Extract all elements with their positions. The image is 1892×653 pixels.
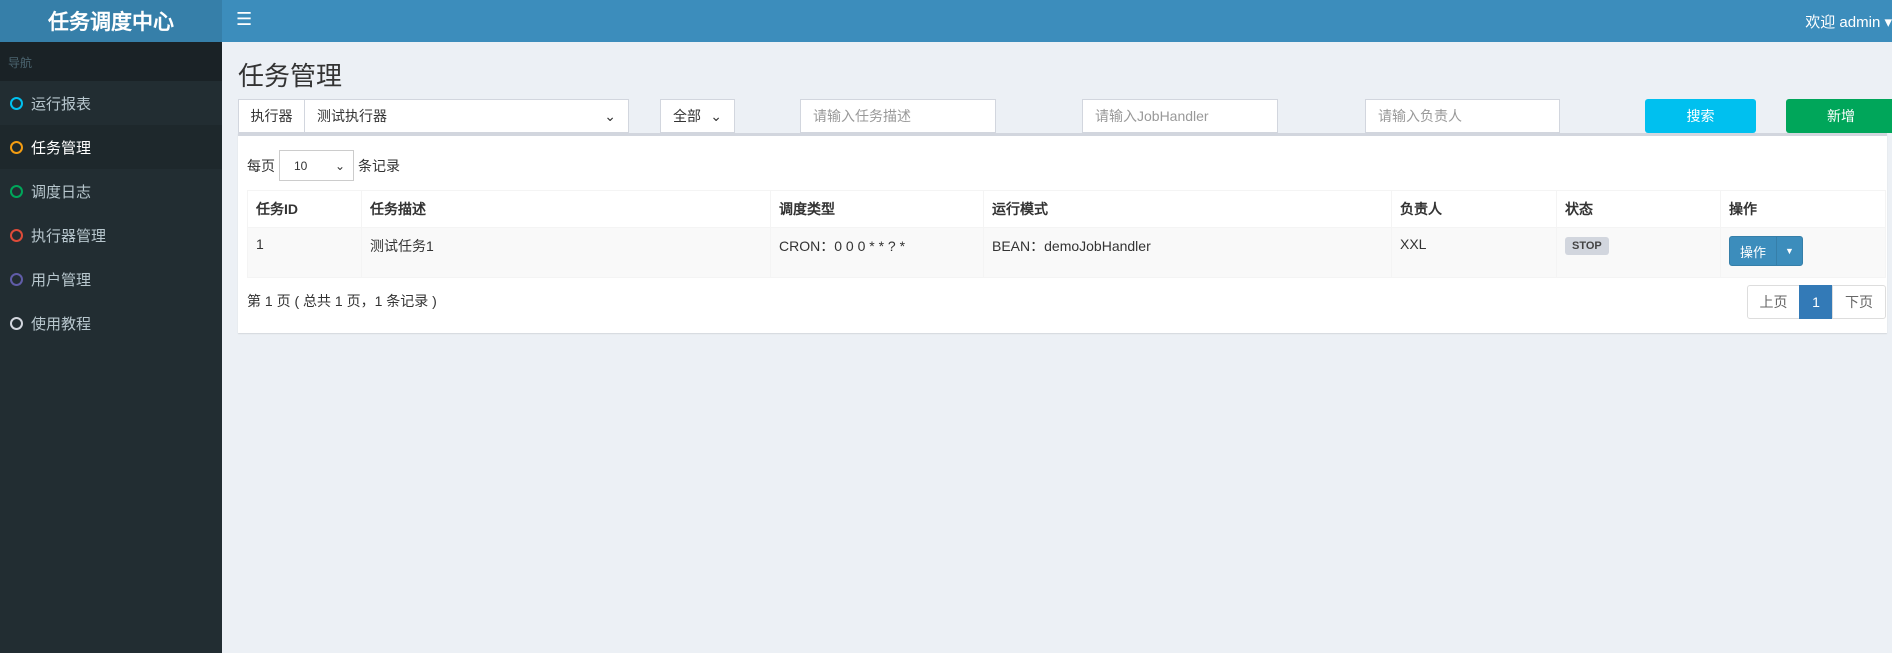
prev-page-button[interactable]: 上页 [1747,285,1800,319]
circle-icon [10,184,23,198]
sidebar-item-logs[interactable]: 调度日志 [0,169,222,213]
status-select[interactable]: 全部 ⌄ [660,99,735,133]
sidebar-item-label: 使用教程 [31,315,92,333]
circle-icon [10,228,23,242]
action-dropdown-button[interactable]: 操作 ▼ [1729,236,1803,266]
col-header[interactable]: 任务描述 [361,190,771,228]
table-header-row: 任务ID 任务描述 调度类型 运行模式 负责人 状态 操作 [247,190,1886,228]
placeholder: 请输入JobHandler [1095,108,1209,124]
action-label: 操作 [1740,244,1767,260]
page-title: 任务管理 [238,61,343,91]
circle-icon [10,272,23,286]
sidebar-item-executors[interactable]: 执行器管理 [0,213,222,257]
sidebar-item-label: 运行报表 [31,95,92,113]
executor-value: 测试执行器 [317,108,387,124]
caret-down-icon[interactable]: ▼ [1776,237,1802,265]
author-input[interactable]: 请输入负责人 [1365,99,1560,133]
job-mode: BEAN：demoJobHandler [983,227,1392,278]
sidebar: 导航 运行报表 任务管理 调度日志 执行器管理 用户管理 使用教程 [0,42,222,653]
app-logo[interactable]: 任务调度中心 [0,0,222,42]
sidebar-item-label: 用户管理 [31,271,92,289]
job-desc: 测试任务1 [361,227,771,278]
col-header[interactable]: 负责人 [1391,190,1557,228]
per-page-suffix: 条记录 [358,157,400,174]
job-table-box: 每页 10 ⌄ 条记录 任务ID 任务描述 调度类型 运行模式 负责人 状态 操作… [238,133,1887,333]
job-table: 任务ID 任务描述 调度类型 运行模式 负责人 状态 操作 1 测试任务1 CR… [247,190,1886,278]
user-menu[interactable]: 欢迎 admin ▾ [1805,11,1892,32]
placeholder: 请输入负责人 [1378,108,1462,124]
sidebar-item-label: 调度日志 [31,183,92,201]
per-page-label: 每页 [247,157,275,174]
page-size-value: 10 [294,158,308,173]
placeholder: 请输入任务描述 [813,108,911,124]
job-handler-input[interactable]: 请输入JobHandler [1082,99,1278,133]
next-page-button[interactable]: 下页 [1832,285,1886,319]
sidebar-item-jobs[interactable]: 任务管理 [0,125,222,169]
sidebar-item-help[interactable]: 使用教程 [0,301,222,345]
status-value: 全部 [673,108,701,124]
job-id: 1 [247,227,362,278]
job-status-cell: STOP [1556,227,1721,278]
circle-icon [10,316,23,330]
job-action-cell: 操作 ▼ [1720,227,1886,278]
chevron-down-icon: ⌄ [710,107,722,124]
job-schedule: CRON：0 0 0 * * ? * [770,227,984,278]
table-row: 1 测试任务1 CRON：0 0 0 * * ? * BEAN：demoJobH… [247,227,1886,278]
job-desc-input[interactable]: 请输入任务描述 [800,99,996,133]
chevron-down-icon: ⌄ [334,158,345,173]
top-navbar: ☰ 欢迎 admin ▾ [222,0,1892,42]
page-size-select[interactable]: 10 ⌄ [279,150,354,181]
sidebar-item-label: 任务管理 [31,139,92,157]
menu-toggle-icon[interactable]: ☰ [236,9,252,30]
sidebar-item-label: 执行器管理 [31,227,107,245]
col-header[interactable]: 任务ID [247,190,362,228]
page-1-button[interactable]: 1 [1799,285,1833,319]
sidebar-item-users[interactable]: 用户管理 [0,257,222,301]
col-header[interactable]: 调度类型 [770,190,984,228]
job-author: XXL [1391,227,1557,278]
col-header: 操作 [1720,190,1886,228]
executor-label: 执行器 [238,99,305,133]
nav-header: 导航 [0,42,222,81]
circle-icon [10,140,23,154]
pagination-info: 第 1 页 ( 总共 1 页，1 条记录 ) [247,293,437,309]
welcome-text: 欢迎 admin [1805,14,1881,31]
chevron-down-icon: ⌄ [604,107,616,124]
add-job-button[interactable]: 新增 [1786,99,1892,133]
sidebar-item-report[interactable]: 运行报表 [0,81,222,125]
col-header[interactable]: 运行模式 [983,190,1392,228]
circle-icon [10,96,23,110]
status-badge: STOP [1565,237,1609,255]
col-header[interactable]: 状态 [1556,190,1721,228]
executor-select[interactable]: 测试执行器 ⌄ [304,99,629,133]
search-button[interactable]: 搜索 [1645,99,1756,133]
